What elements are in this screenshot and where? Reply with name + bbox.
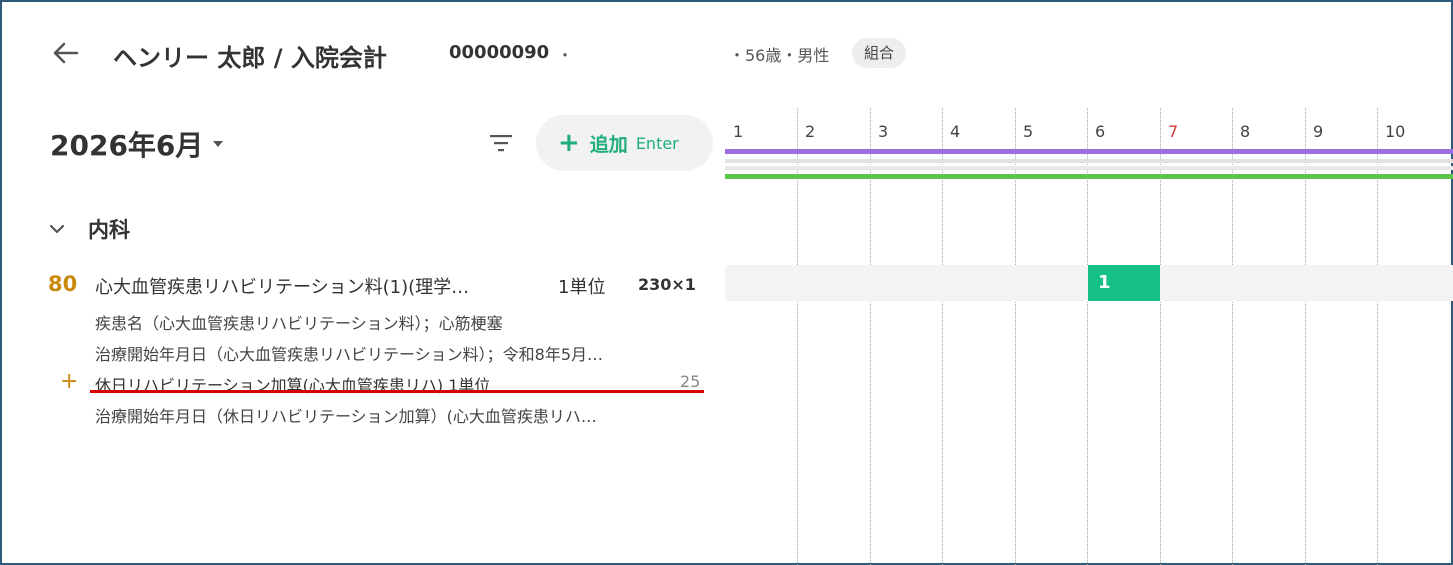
order-detail-disease: 疾患名（心大血管疾患リハビリテーション料）；心筋梗塞	[95, 314, 503, 333]
calendar-grid: 1 2 3 4 5 6 7 8 9 10 1	[725, 108, 1453, 565]
department-header[interactable]: 内科	[46, 214, 130, 244]
addon-points: 25	[680, 372, 701, 391]
period-bar-purple	[725, 149, 1453, 154]
department-label: 内科	[88, 218, 130, 242]
highlight-underline	[90, 390, 704, 393]
order-points: 230×1	[638, 275, 696, 294]
day-label: 2	[805, 122, 816, 141]
chevron-down-icon	[46, 218, 68, 240]
order-number: 80	[48, 272, 78, 296]
period-bar-gray	[725, 159, 1453, 163]
order-detail-start-date: 治療開始年月日（心大血管疾患リハビリテーション料）；令和8年5月…	[95, 345, 604, 364]
filter-button[interactable]	[486, 128, 516, 158]
caret-down-icon	[213, 141, 224, 147]
day-label: 3	[878, 122, 889, 141]
day-label-sunday: 7	[1168, 122, 1179, 141]
day-label: 10	[1385, 122, 1406, 141]
month-label: 2026年6月	[50, 129, 204, 162]
id-separator: ・	[557, 46, 574, 65]
period-bar-green	[725, 174, 1453, 179]
plus-icon: +	[558, 128, 580, 158]
month-selector[interactable]: 2026年6月	[50, 124, 224, 164]
patient-id: 00000090	[449, 42, 550, 63]
day-label: 8	[1240, 122, 1251, 141]
filter-icon	[490, 135, 512, 152]
back-button[interactable]	[48, 36, 82, 70]
insurance-badge: 組合	[852, 38, 907, 68]
arrow-left-icon	[53, 42, 79, 64]
day-label: 1	[733, 122, 744, 141]
plus-icon[interactable]: +	[60, 369, 78, 394]
add-button-label: 追加	[589, 133, 628, 156]
patient-name-title: ヘンリー 太郎 / 入院会計	[113, 44, 387, 72]
day-label: 9	[1313, 122, 1324, 141]
day-label: 5	[1023, 122, 1034, 141]
addon-detail-start-date: 治療開始年月日（休日リハビリテーション加算）(心大血管疾患リハ…	[95, 407, 597, 426]
order-count-cell[interactable]: 1	[1088, 265, 1160, 301]
order-name[interactable]: 心大血管疾患リハビリテーション料(1)(理学…	[95, 273, 469, 299]
add-button[interactable]: + 追加 Enter	[536, 115, 713, 171]
order-unit: 1単位	[558, 277, 606, 298]
add-button-shortcut: Enter	[635, 133, 679, 153]
patient-age-sex: ・56歳・男性	[729, 46, 830, 65]
day-label: 6	[1095, 122, 1106, 141]
day-label: 4	[950, 122, 961, 141]
period-bar-gray	[725, 166, 1453, 170]
